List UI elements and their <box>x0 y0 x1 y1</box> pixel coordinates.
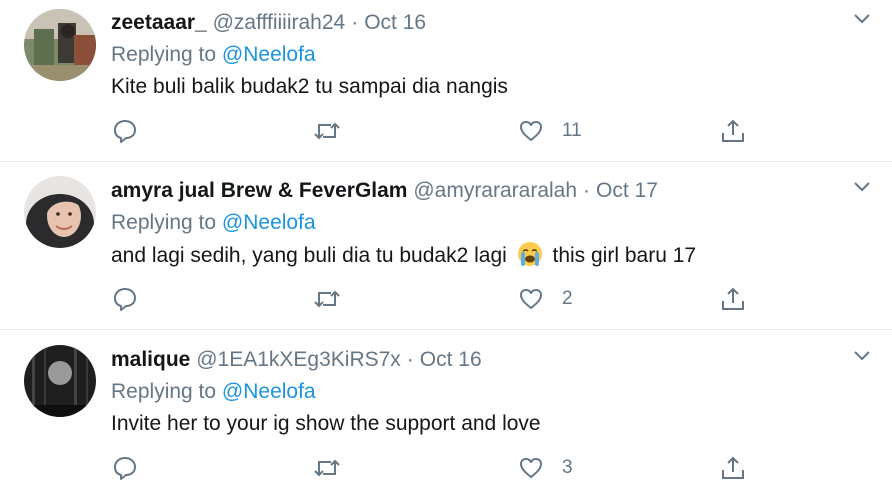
like-icon <box>520 458 542 478</box>
tweet-header: malique @1EA1kXEg3KiRS7x · Oct 16 <box>111 346 482 374</box>
tweet-text-content: Invite her to your ig show the support a… <box>111 412 541 435</box>
tweet-text: and lagi sedih, yang buli dia tu budak2 … <box>111 241 696 270</box>
separator-dot: · <box>406 348 414 371</box>
replying-to: Replying to @Neelofa <box>111 41 316 69</box>
share-button[interactable] <box>720 117 746 145</box>
tweet-date[interactable]: Oct 16 <box>364 11 426 34</box>
separator-dot: · <box>583 179 591 202</box>
tweet-text: Invite her to your ig show the support a… <box>111 410 541 438</box>
like-count: 11 <box>562 120 582 141</box>
share-button[interactable] <box>720 285 746 313</box>
like-button[interactable]: 3 <box>518 454 573 482</box>
like-count: 3 <box>562 457 573 478</box>
replying-to: Replying to @Neelofa <box>111 378 316 406</box>
reply-icon <box>114 120 136 143</box>
reply-button[interactable] <box>112 117 138 145</box>
reply-icon <box>114 457 136 480</box>
reply-button[interactable] <box>112 285 138 313</box>
chevron-down-icon[interactable] <box>852 349 872 363</box>
like-button[interactable]: 2 <box>518 285 573 313</box>
share-icon <box>722 456 744 479</box>
mention-link[interactable]: @Neelofa <box>222 211 316 234</box>
mention-link[interactable]: @Neelofa <box>222 43 316 66</box>
tweet-text-continued: this girl baru 17 <box>552 244 697 267</box>
tweet-text-content: and lagi sedih, yang buli dia tu budak2 … <box>111 244 507 267</box>
reply-button[interactable] <box>112 454 138 482</box>
tweet-header: amyra jual Brew & FeverGlam @amyrararara… <box>111 177 658 205</box>
user-handle[interactable]: @zafffiiiirah24 <box>213 11 346 34</box>
like-icon <box>520 289 542 309</box>
display-name[interactable]: amyra jual Brew & FeverGlam <box>111 179 407 202</box>
share-icon <box>722 287 744 310</box>
mention-link[interactable]: @Neelofa <box>222 380 316 403</box>
display-name[interactable]: malique <box>111 348 190 371</box>
replying-prefix: Replying to <box>111 380 217 403</box>
tweet-text: Kite buli balik budak2 tu sampai dia nan… <box>111 73 508 101</box>
user-handle[interactable]: @amyrarararalah <box>413 179 577 202</box>
reply-icon <box>114 288 136 311</box>
replying-prefix: Replying to <box>111 43 217 66</box>
tweet-header: zeetaaar_ @zafffiiiirah24 · Oct 16 <box>111 9 426 37</box>
retweet-button[interactable] <box>313 285 341 313</box>
tweet-date[interactable]: Oct 16 <box>420 348 482 371</box>
replying-prefix: Replying to <box>111 211 217 234</box>
share-icon <box>722 119 744 142</box>
retweet-icon <box>314 122 340 140</box>
chevron-down-icon[interactable] <box>852 12 872 26</box>
tweet[interactable]: malique @1EA1kXEg3KiRS7x · Oct 16 Replying… <box>0 330 892 493</box>
tweet-text-content: Kite buli balik budak2 tu sampai dia nan… <box>111 75 508 98</box>
separator-dot: · <box>351 11 359 34</box>
display-name[interactable]: zeetaaar_ <box>111 11 207 34</box>
retweet-button[interactable] <box>313 117 341 145</box>
share-button[interactable] <box>720 454 746 482</box>
retweet-icon <box>314 459 340 477</box>
avatar[interactable] <box>24 345 96 417</box>
tweet[interactable]: zeetaaar_ @zafffiiiirah24 · Oct 16 Replyin… <box>0 0 892 161</box>
user-handle[interactable]: @1EA1kXEg3KiRS7x <box>196 348 401 371</box>
avatar[interactable] <box>24 9 96 81</box>
chevron-down-icon[interactable] <box>852 180 872 194</box>
like-count: 2 <box>562 288 573 309</box>
retweet-button[interactable] <box>313 454 341 482</box>
tweet[interactable]: amyra jual Brew & FeverGlam @amyrararara… <box>0 162 892 329</box>
tweet-date[interactable]: Oct 17 <box>596 179 658 202</box>
retweet-icon <box>314 290 340 308</box>
loudly-crying-face-icon <box>517 242 542 266</box>
like-button[interactable]: 11 <box>518 117 582 145</box>
avatar[interactable] <box>24 176 96 248</box>
replying-to: Replying to @Neelofa <box>111 209 316 237</box>
like-icon <box>520 121 542 141</box>
